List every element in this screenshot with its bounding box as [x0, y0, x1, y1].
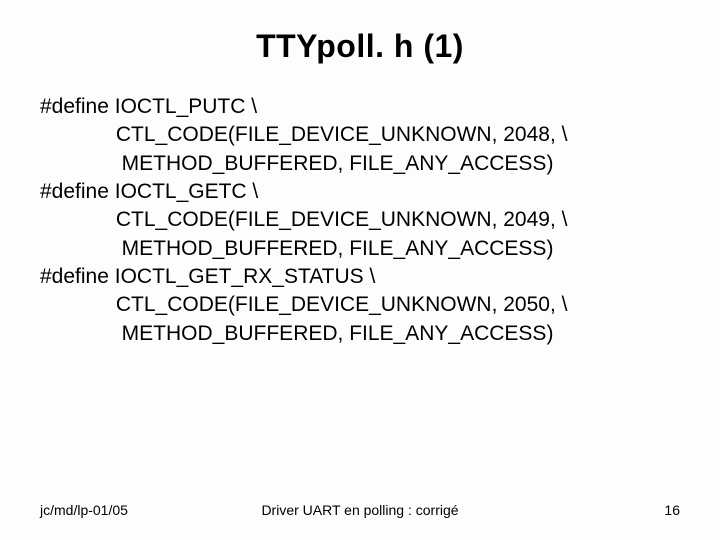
code-line: #define IOCTL_GET_RX_STATUS \ [40, 263, 680, 291]
footer: jc/md/lp-01/05 Driver UART en polling : … [40, 502, 680, 518]
code-block: #define IOCTL_PUTC \ CTL_CODE(FILE_DEVIC… [40, 93, 680, 348]
footer-center: Driver UART en polling : corrigé [40, 502, 680, 518]
code-line: #define IOCTL_PUTC \ [40, 93, 680, 121]
code-line: METHOD_BUFFERED, FILE_ANY_ACCESS) [40, 150, 680, 178]
code-line: CTL_CODE(FILE_DEVICE_UNKNOWN, 2050, \ [40, 291, 680, 319]
slide: TTYpoll. h (1) #define IOCTL_PUTC \ CTL_… [0, 0, 720, 540]
code-line: #define IOCTL_GETC \ [40, 178, 680, 206]
code-line: CTL_CODE(FILE_DEVICE_UNKNOWN, 2048, \ [40, 121, 680, 149]
code-line: METHOD_BUFFERED, FILE_ANY_ACCESS) [40, 320, 680, 348]
slide-title: TTYpoll. h (1) [40, 28, 680, 65]
code-line: METHOD_BUFFERED, FILE_ANY_ACCESS) [40, 235, 680, 263]
code-line: CTL_CODE(FILE_DEVICE_UNKNOWN, 2049, \ [40, 206, 680, 234]
page-number: 16 [664, 502, 680, 518]
